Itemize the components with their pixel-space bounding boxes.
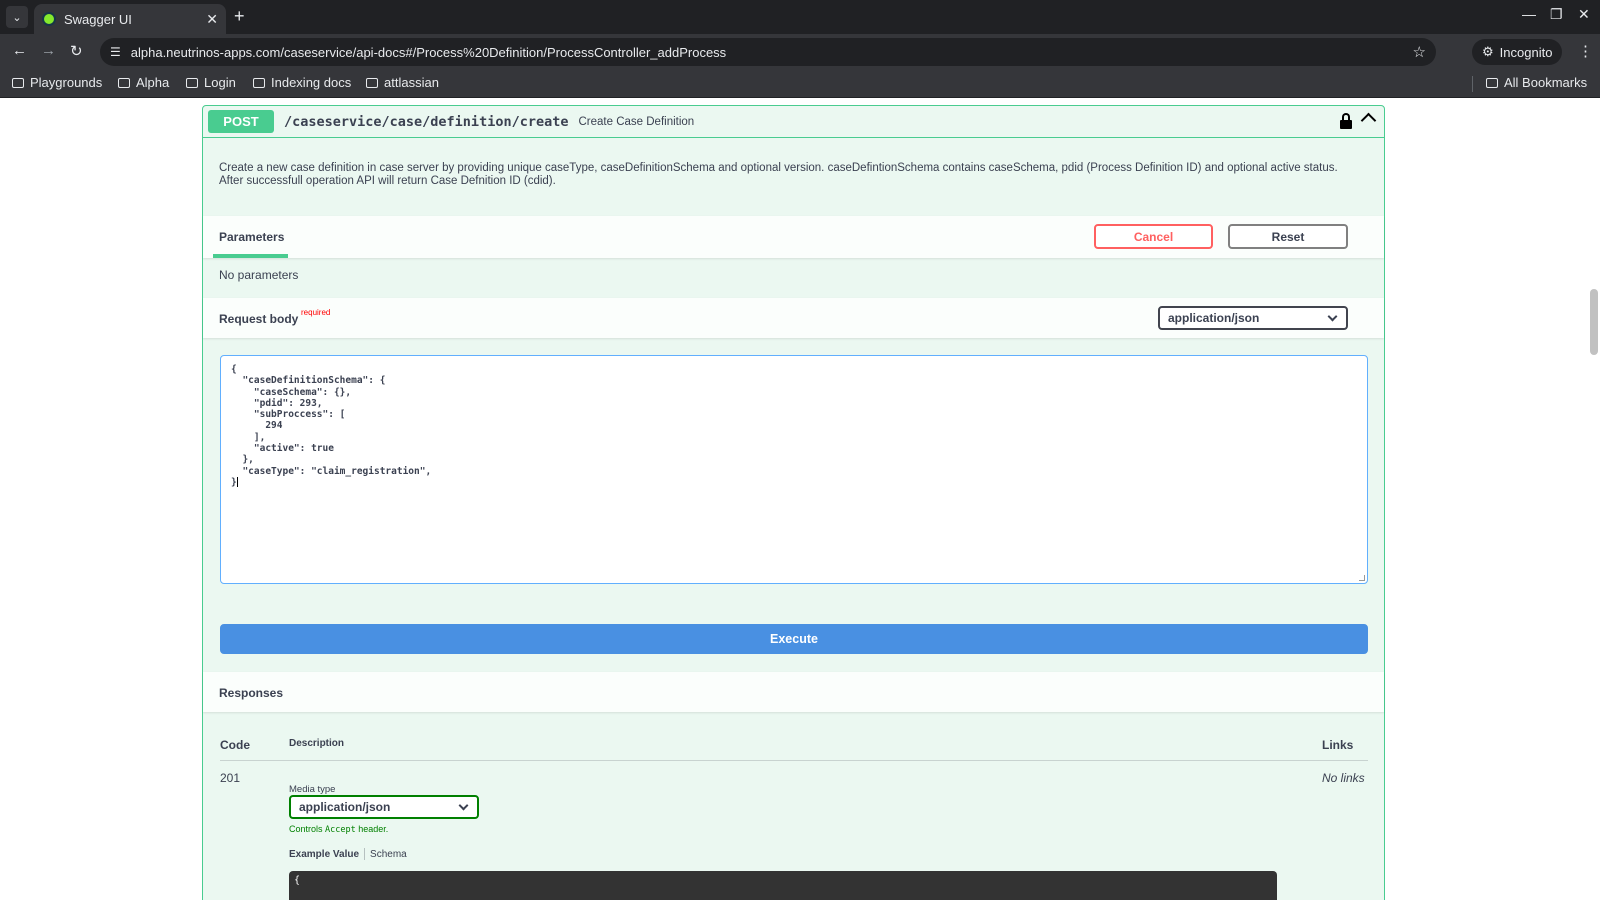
editor-text[interactable]: { "caseDefinitionSchema": { "caseSchema"… xyxy=(231,364,431,488)
request-body-header: Request body required application/json xyxy=(203,298,1384,338)
operation-block: POST /caseservice/case/definition/create… xyxy=(202,105,1385,900)
page-viewport: POST /caseservice/case/definition/create… xyxy=(0,99,1600,900)
execute-button[interactable]: Execute xyxy=(220,624,1368,654)
scrollbar[interactable] xyxy=(1588,99,1600,900)
description-line: Create a new case definition in case ser… xyxy=(219,162,1338,174)
resize-handle[interactable] xyxy=(1359,575,1365,581)
operation-summary[interactable]: POST /caseservice/case/definition/create… xyxy=(203,106,1384,138)
bookmark-label: Indexing docs xyxy=(271,75,352,90)
bookmark-login[interactable]: Login xyxy=(186,75,236,90)
bookmark-label: attlassian xyxy=(384,75,439,90)
media-type-value: application/json xyxy=(299,800,391,814)
responses-col-description: Description xyxy=(289,738,345,749)
bookmark-label: Login xyxy=(204,75,236,90)
tab-example-value[interactable]: Example Value xyxy=(289,849,359,860)
media-type-select[interactable]: application/json xyxy=(289,795,479,819)
responses-title: Responses xyxy=(219,686,284,700)
address-bar[interactable]: ☰ alpha.neutrinos-apps.com/caseservice/a… xyxy=(100,38,1436,66)
example-value-code: { xyxy=(289,871,1277,900)
no-parameters-text: No parameters xyxy=(219,268,299,282)
close-icon[interactable]: ✕ xyxy=(206,11,218,28)
controls-accept-note: Controls Accept header. xyxy=(289,824,388,835)
example-tabs: Example Value Schema xyxy=(289,848,407,860)
scrollbar-thumb[interactable] xyxy=(1590,289,1598,355)
reload-icon[interactable]: ↻ xyxy=(70,42,83,60)
star-icon[interactable]: ☆ xyxy=(1413,43,1426,61)
tab-separator xyxy=(364,848,366,860)
bookmark-attlassian[interactable]: attlassian xyxy=(366,75,439,90)
cancel-button[interactable]: Cancel xyxy=(1094,224,1213,249)
reset-button[interactable]: Reset xyxy=(1228,224,1348,249)
chevron-down-icon xyxy=(458,800,469,811)
content-type-select[interactable]: application/json xyxy=(1158,306,1348,330)
tab-title: Swagger UI xyxy=(64,11,132,27)
responses-header: Responses xyxy=(203,672,1384,712)
lock-icon[interactable] xyxy=(1340,113,1352,129)
description-line: After successfull operation API will ret… xyxy=(219,175,556,187)
request-body-title: Request body xyxy=(219,312,299,326)
restore-icon[interactable]: ❐ xyxy=(1550,6,1563,23)
controls-code: Accept xyxy=(325,825,356,835)
bookmark-label: Playgrounds xyxy=(30,75,103,90)
minimize-icon[interactable]: — xyxy=(1522,6,1536,22)
all-bookmarks[interactable]: All Bookmarks xyxy=(1486,75,1587,90)
operation-description: Create a new case definition in case ser… xyxy=(219,162,1369,188)
response-links: No links xyxy=(1322,771,1365,785)
incognito-label: Incognito xyxy=(1499,44,1553,60)
tune-icon[interactable]: ☰ xyxy=(110,45,121,59)
text-caret xyxy=(236,477,238,488)
kebab-icon[interactable]: ⋮ xyxy=(1578,42,1593,60)
folder-icon xyxy=(12,77,24,88)
folder-icon xyxy=(186,77,198,88)
bookmark-label: Alpha xyxy=(136,75,170,90)
bookmark-indexing-docs[interactable]: Indexing docs xyxy=(253,75,351,90)
example-code-text: { xyxy=(294,875,301,886)
folder-icon xyxy=(118,77,130,88)
controls-prefix: Controls xyxy=(289,824,323,834)
responses-col-code: Code xyxy=(220,738,250,752)
bookmark-alpha[interactable]: Alpha xyxy=(118,75,169,90)
arrow-left-icon[interactable]: ← xyxy=(12,42,27,59)
operation-summary-text: Create Case Definition xyxy=(578,115,695,128)
responses-col-links: Links xyxy=(1322,738,1354,752)
close-window-icon[interactable]: ✕ xyxy=(1578,6,1590,23)
controls-suffix: header. xyxy=(358,824,389,834)
incognito-badge[interactable]: ⚙ Incognito xyxy=(1472,39,1563,65)
plus-icon[interactable]: + xyxy=(234,6,245,27)
tab-schema[interactable]: Schema xyxy=(370,849,407,860)
chevron-down-icon xyxy=(1327,311,1338,322)
content-type-value: application/json xyxy=(1168,311,1260,325)
method-badge: POST xyxy=(208,110,274,133)
folder-icon xyxy=(366,77,378,88)
arrow-right-icon[interactable]: → xyxy=(41,42,56,59)
swagger-icon xyxy=(42,12,56,26)
chevron-up-icon[interactable] xyxy=(1360,112,1377,129)
bookmark-playgrounds[interactable]: Playgrounds xyxy=(12,75,102,90)
bookmarks-divider xyxy=(1472,76,1473,92)
browser-toolbar: ← → ↻ ☰ alpha.neutrinos-apps.com/caseser… xyxy=(0,34,1600,70)
tab-search-button[interactable]: ⌄ xyxy=(6,6,28,28)
table-divider xyxy=(220,760,1368,761)
tab-strip: ⌄ Swagger UI ✕ + — ❐ ✕ xyxy=(0,0,1600,34)
request-body-editor[interactable]: { "caseDefinitionSchema": { "caseSchema"… xyxy=(220,355,1368,584)
bookmarks-bar: Playgrounds Alpha Login Indexing docs at… xyxy=(0,70,1600,98)
tab-parameters[interactable]: Parameters xyxy=(219,230,284,244)
operation-path: /caseservice/case/definition/create xyxy=(284,113,569,130)
parameters-header: Parameters Cancel Reset xyxy=(203,216,1384,258)
url-text[interactable]: alpha.neutrinos-apps.com/caseservice/api… xyxy=(131,45,726,60)
required-marker: required xyxy=(301,308,331,317)
folder-icon xyxy=(1486,77,1498,88)
response-code: 201 xyxy=(220,771,241,785)
folder-icon xyxy=(253,77,265,88)
incognito-icon: ⚙ xyxy=(1482,44,1494,59)
browser-tab[interactable]: Swagger UI ✕ xyxy=(34,4,226,34)
all-bookmarks-label: All Bookmarks xyxy=(1504,75,1588,90)
media-type-label: Media type xyxy=(289,784,336,795)
chevron-down-icon: ⌄ xyxy=(12,11,22,24)
tab-active-indicator xyxy=(213,254,288,258)
